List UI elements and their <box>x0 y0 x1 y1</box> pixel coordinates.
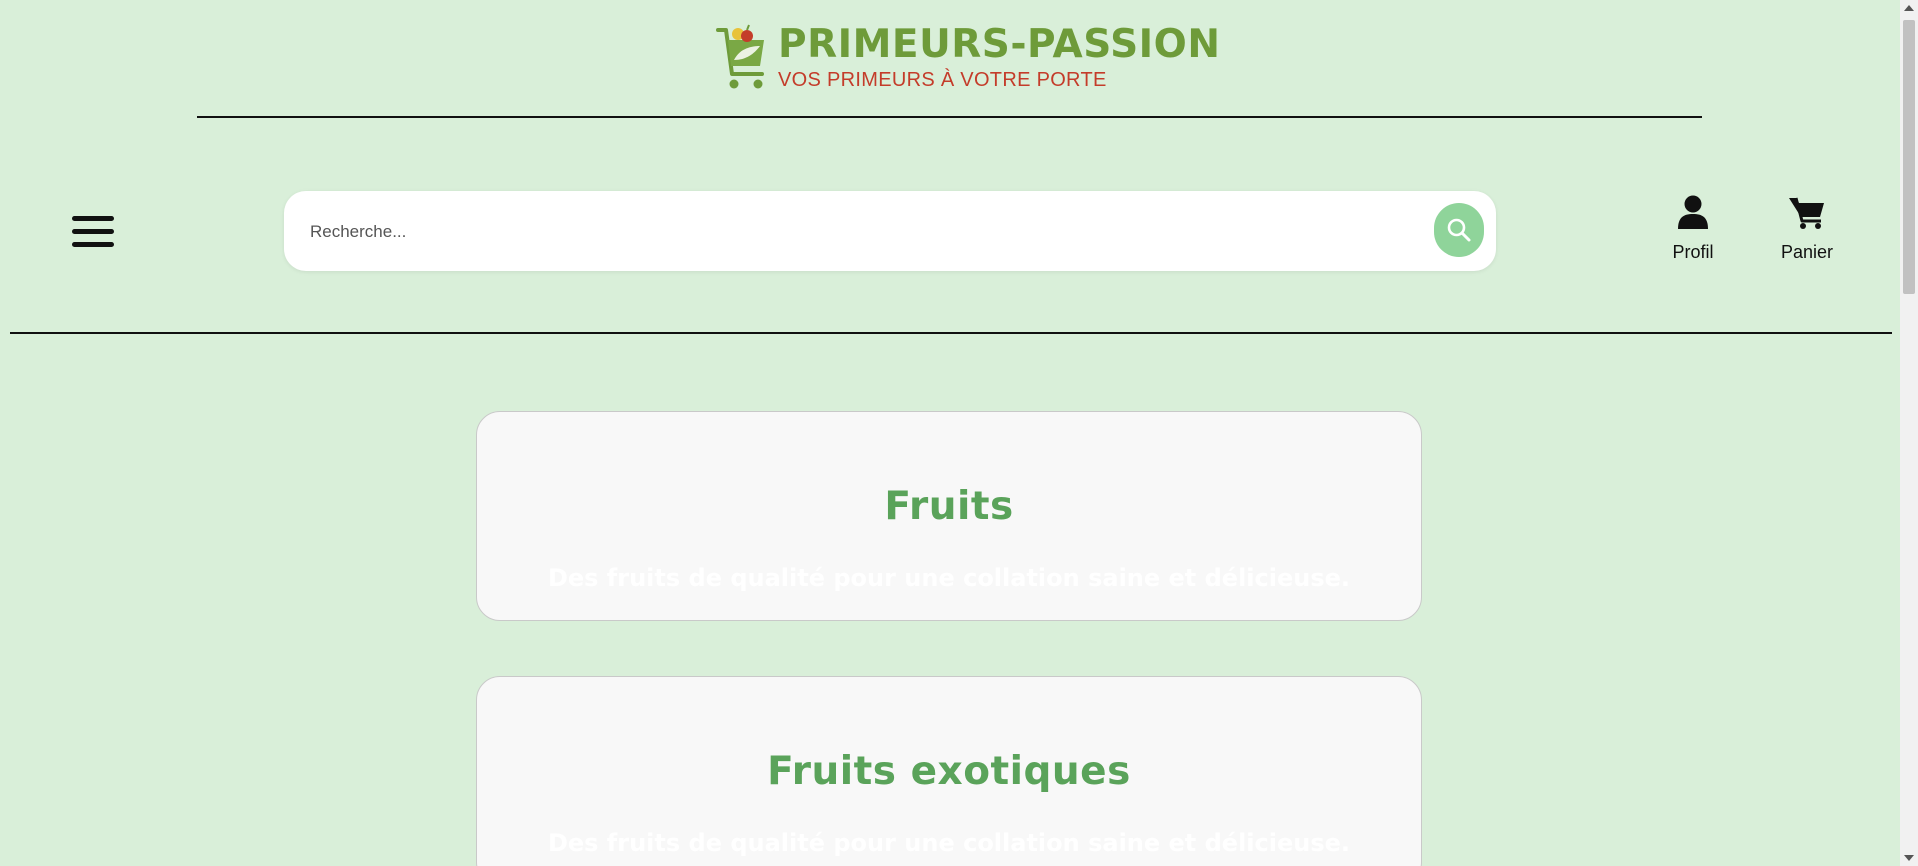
brand-name: PRIMEURS-PASSION <box>778 22 1221 67</box>
scrollbar-thumb[interactable] <box>1903 20 1915 294</box>
scroll-down-arrow-icon[interactable] <box>1900 850 1918 866</box>
cart-label: Panier <box>1780 242 1834 262</box>
category-title: Fruits exotiques <box>767 749 1131 794</box>
search-icon <box>1447 218 1471 242</box>
hamburger-bar <box>72 242 114 247</box>
category-card-fruits[interactable]: Fruits Des fruits de qualité pour une co… <box>476 411 1422 621</box>
hamburger-bar <box>72 229 114 234</box>
brand-tagline: VOS PRIMEURS À VOTRE PORTE <box>778 69 1107 91</box>
category-card-fruits-exotiques[interactable]: Fruits exotiques Des fruits de qualité p… <box>476 676 1422 866</box>
search-bar <box>284 191 1496 271</box>
category-title: Fruits <box>884 484 1014 529</box>
logo-text: PRIMEURS-PASSION VOS PRIMEURS À VOTRE PO… <box>778 24 1220 92</box>
user-icon <box>1678 195 1708 229</box>
scroll-up-arrow-icon[interactable] <box>1900 0 1918 16</box>
shopping-cart-icon <box>1789 197 1824 229</box>
hamburger-menu-icon[interactable] <box>72 216 114 248</box>
nav-divider <box>10 332 1892 334</box>
category-description: Des fruits de qualité pour une collation… <box>547 564 1351 592</box>
cart-link[interactable]: Panier <box>1762 192 1852 263</box>
header-divider <box>197 116 1702 118</box>
hamburger-bar <box>72 216 114 221</box>
profile-link[interactable]: Profil <box>1648 192 1738 263</box>
search-input[interactable] <box>308 211 1412 253</box>
page: PRIMEURS-PASSION VOS PRIMEURS À VOTRE PO… <box>0 0 1898 866</box>
vertical-scrollbar[interactable] <box>1900 0 1918 866</box>
site-logo[interactable]: PRIMEURS-PASSION VOS PRIMEURS À VOTRE PO… <box>714 24 1220 94</box>
category-description: Des fruits de qualité pour une collation… <box>547 829 1351 857</box>
search-button[interactable] <box>1434 203 1484 257</box>
profile-label: Profil <box>1672 242 1714 262</box>
shopping-cart-logo-icon <box>716 24 764 89</box>
